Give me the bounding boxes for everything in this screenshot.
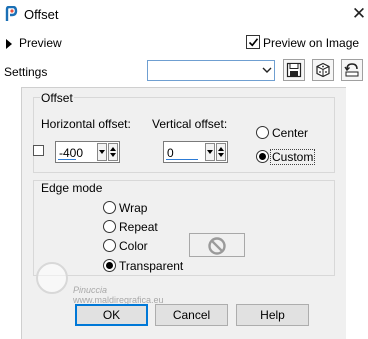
offset-group-title: Offset	[40, 91, 74, 105]
vertical-offset-value: 0	[167, 146, 174, 160]
preview-expand-icon[interactable]	[6, 39, 12, 49]
edge-color-swatch[interactable]	[189, 233, 245, 257]
horizontal-offset-down-button[interactable]	[97, 143, 107, 161]
reset-arrow-icon	[344, 63, 359, 77]
edge-repeat-label[interactable]: Repeat	[119, 220, 158, 234]
dice-icon	[316, 62, 330, 78]
horizontal-offset-caret	[58, 159, 76, 160]
edge-mode-group-title: Edge mode	[40, 181, 104, 195]
center-radio-label[interactable]: Center	[272, 126, 308, 140]
horizontal-offset-updown-button[interactable]	[108, 143, 118, 161]
settings-preset-dropdown[interactable]	[147, 60, 275, 81]
updown-arrows-icon	[218, 147, 224, 157]
edge-wrap-label[interactable]: Wrap	[119, 201, 147, 215]
center-radio[interactable]	[256, 126, 269, 139]
vertical-offset-updown-button[interactable]	[216, 143, 226, 161]
ok-button[interactable]: OK	[75, 304, 148, 326]
vertical-offset-caret	[166, 159, 198, 160]
chevron-down-icon	[262, 67, 272, 73]
settings-label: Settings	[4, 65, 48, 79]
caret-down-icon	[207, 150, 213, 154]
edge-color-radio[interactable]	[103, 239, 116, 252]
edge-wrap-radio[interactable]	[103, 201, 116, 214]
save-preset-button[interactable]	[283, 59, 305, 81]
randomize-button[interactable]	[312, 59, 334, 81]
link-offsets-checkbox[interactable]	[33, 145, 44, 156]
vertical-offset-down-button[interactable]	[205, 143, 215, 161]
no-color-icon	[208, 237, 226, 255]
watermark-name: Pinuccia	[73, 285, 108, 295]
app-icon	[4, 5, 18, 22]
edge-color-label[interactable]: Color	[119, 239, 148, 253]
updown-arrows-icon	[110, 147, 116, 157]
edge-transparent-label[interactable]: Transparent	[119, 259, 183, 273]
preview-on-image-label[interactable]: Preview on Image	[263, 36, 359, 50]
watermark-logo	[36, 262, 68, 294]
cancel-button[interactable]: Cancel	[155, 304, 228, 326]
horizontal-offset-value: -400	[59, 146, 84, 160]
edge-repeat-radio[interactable]	[103, 220, 116, 233]
vertical-offset-label: Vertical offset:	[152, 117, 228, 131]
horizontal-offset-label: Horizontal offset:	[41, 117, 131, 131]
custom-radio-label[interactable]: Custom	[270, 149, 316, 165]
preview-toggle-label[interactable]: Preview	[19, 36, 62, 50]
window-title: Offset	[24, 7, 59, 22]
edge-transparent-radio[interactable]	[103, 259, 116, 272]
help-button[interactable]: Help	[236, 304, 309, 326]
horizontal-offset-input[interactable]: -400	[55, 141, 120, 163]
close-button[interactable]: ✕	[350, 3, 368, 25]
caret-down-icon	[99, 150, 105, 154]
floppy-disk-icon	[286, 62, 302, 78]
preview-on-image-checkbox[interactable]	[246, 35, 260, 49]
vertical-offset-input[interactable]: 0	[163, 141, 228, 163]
checkmark-icon	[248, 38, 259, 47]
reset-button[interactable]	[341, 59, 363, 81]
custom-radio[interactable]	[256, 150, 269, 163]
